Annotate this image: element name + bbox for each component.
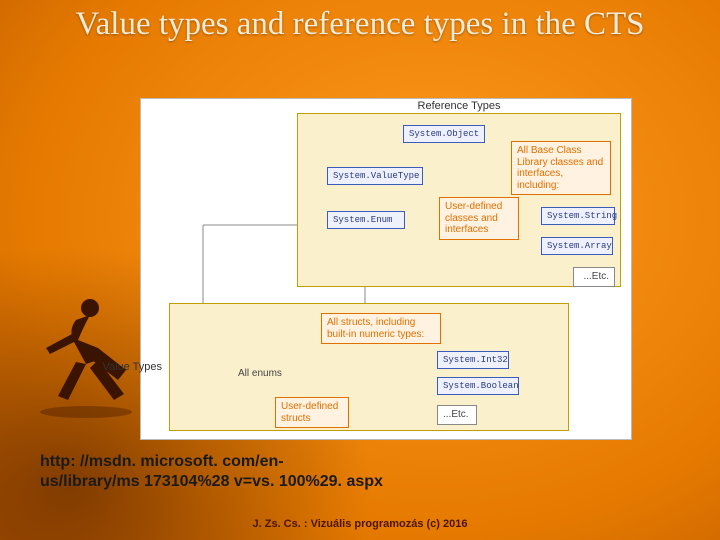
node-system-int32: System.Int32 — [437, 351, 509, 369]
node-all-structs: All structs, including built-in numeric … — [321, 313, 441, 344]
node-system-array: System.Array — [541, 237, 613, 255]
node-user-structs: User-defined structs — [275, 397, 349, 428]
slide: Value types and reference types in the C… — [0, 0, 720, 540]
reference-types-label: Reference Types — [418, 100, 501, 112]
slide-title: Value types and reference types in the C… — [0, 6, 720, 44]
node-system-valuetype: System.ValueType — [327, 167, 423, 185]
node-system-object: System.Object — [403, 125, 485, 143]
node-system-boolean: System.Boolean — [437, 377, 519, 395]
node-all-enums: All enums — [233, 365, 287, 383]
runner-decoration — [28, 290, 148, 420]
node-etc-val: ...Etc. — [437, 405, 477, 425]
node-system-enum: System.Enum — [327, 211, 405, 229]
source-url: http: //msdn. microsoft. com/en- us/libr… — [40, 452, 680, 492]
url-line-2: us/library/ms 173104%28 v=vs. 100%29. as… — [40, 473, 383, 490]
node-base-library: All Base Class Library classes and inter… — [511, 141, 611, 195]
node-system-string: System.String — [541, 207, 615, 225]
node-user-classes: User-defined classes and interfaces — [439, 197, 519, 240]
cts-diagram: Reference Types Value Types System.Objec… — [140, 98, 632, 440]
url-line-1: http: //msdn. microsoft. com/en- — [40, 453, 284, 470]
slide-footer: J. Zs. Cs. : Vizuális programozás (c) 20… — [0, 518, 720, 530]
value-types-label: Value Types — [102, 361, 162, 373]
node-etc-ref: ...Etc. — [573, 267, 615, 287]
